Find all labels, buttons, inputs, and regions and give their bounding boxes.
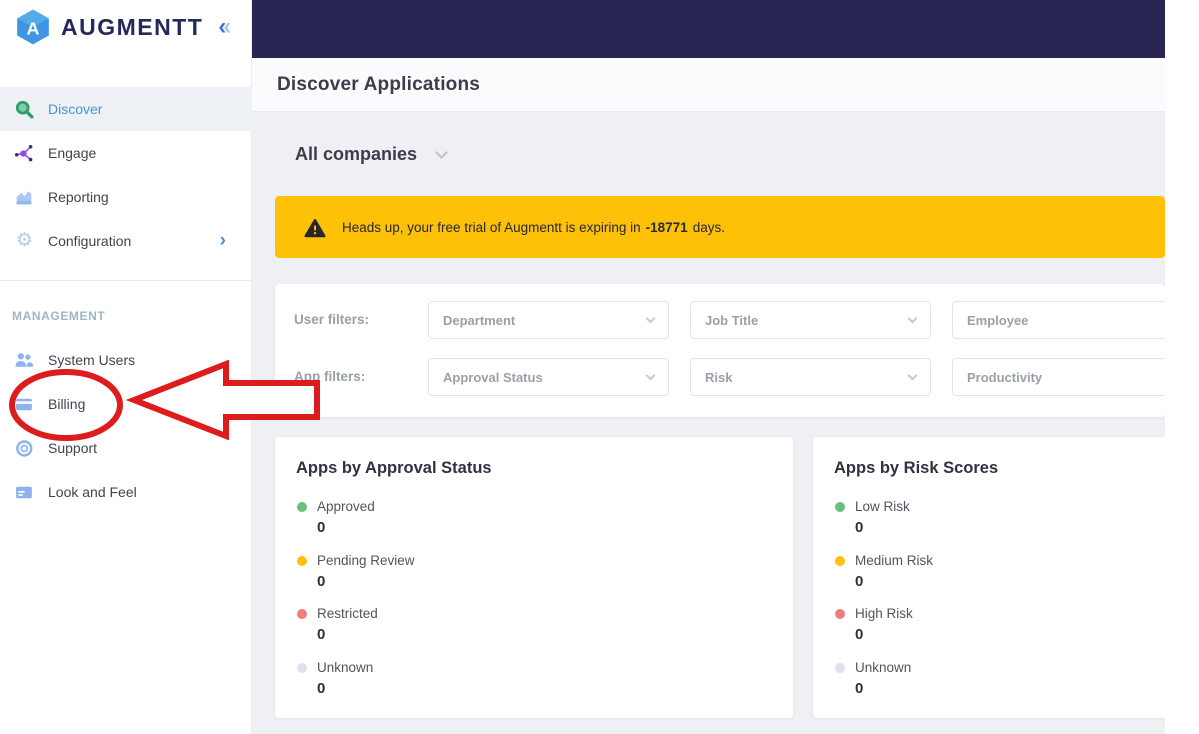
user-filters-label: User filters: (294, 312, 370, 327)
status-dot (835, 662, 845, 673)
sidebar-divider (0, 280, 252, 281)
legend-item: Medium Risk 0 (835, 553, 933, 590)
legend-value: 0 (317, 680, 326, 697)
page: A AUGMENTT ‹ ‹ Discover Engage Reporting… (0, 0, 1199, 734)
app-filters-label: App filters: (294, 369, 366, 384)
sidebar-item-label: Look and Feel (48, 484, 137, 500)
legend-value: 0 (317, 573, 326, 590)
status-dot (297, 608, 307, 619)
chart-icon (13, 187, 36, 208)
legend-item: Unknown 0 (297, 660, 373, 697)
card-title: Apps by Approval Status (296, 459, 492, 477)
life-ring-icon (13, 438, 36, 459)
sidebar-collapse-icon[interactable]: ‹ ‹ (218, 15, 231, 39)
chevron-down-icon (907, 370, 918, 381)
sidebar-item-configuration[interactable]: ⚙ Configuration › (0, 219, 252, 263)
legend-item: Low Risk 0 (835, 499, 910, 536)
sidebar-item-label: Configuration (48, 233, 132, 249)
network-icon (13, 143, 36, 164)
risk-dropdown[interactable]: Risk (690, 358, 931, 396)
legend-value: 0 (855, 626, 864, 643)
approval-status-dropdown[interactable]: Approval Status (428, 358, 669, 396)
users-icon (13, 350, 36, 371)
legend-item: High Risk 0 (835, 606, 913, 643)
chevron-down-icon (435, 146, 448, 159)
employee-dropdown[interactable]: Employee (952, 301, 1165, 339)
productivity-dropdown[interactable]: Productivity (952, 358, 1165, 396)
sidebar-item-system-users[interactable]: System Users (0, 338, 252, 382)
legend-item: Approved 0 (297, 499, 375, 536)
legend-value: 0 (317, 519, 326, 536)
legend-value: 0 (317, 626, 326, 643)
card-title: Apps by Risk Scores (834, 459, 999, 477)
chevron-right-icon: › (219, 230, 226, 251)
legend-item: Unknown 0 (835, 660, 911, 697)
sidebar-item-look-and-feel[interactable]: Look and Feel (0, 470, 252, 514)
status-dot (297, 501, 307, 512)
sidebar-item-billing[interactable]: Billing (0, 382, 252, 426)
legend-value: 0 (855, 519, 864, 536)
filters-panel: User filters: Department Job Title Emplo… (275, 284, 1165, 417)
panel-icon (13, 482, 36, 503)
page-header: Discover Applications (252, 58, 1165, 112)
chevron-down-icon (645, 370, 656, 381)
banner-text: Heads up, your free trial of Augmentt is… (342, 219, 725, 235)
company-selector-label: All companies (295, 144, 418, 164)
chevron-down-icon (645, 313, 656, 324)
status-dot (835, 608, 845, 619)
approval-status-card: Apps by Approval Status Approved 0 Pendi… (275, 437, 793, 718)
page-title: Discover Applications (277, 73, 481, 95)
brand-logo: A AUGMENTT ‹ ‹ (14, 8, 231, 46)
status-dot (297, 555, 307, 566)
gear-icon: ⚙ (15, 230, 34, 251)
billing-card-icon (13, 394, 36, 415)
company-selector[interactable]: All companies (295, 144, 448, 165)
sidebar-item-discover[interactable]: Discover (0, 87, 252, 131)
status-dot (835, 501, 845, 512)
sidebar: A AUGMENTT ‹ ‹ Discover Engage Reporting… (0, 0, 252, 734)
main-content: Discover Applications All companies Head… (252, 0, 1165, 734)
management-section-label: MANAGEMENT (12, 309, 106, 323)
chevron-down-icon (907, 313, 918, 324)
warning-icon (304, 218, 326, 237)
sidebar-item-label: Discover (48, 101, 103, 117)
risk-scores-card: Apps by Risk Scores Low Risk 0 Medium Ri… (813, 437, 1165, 718)
legend-value: 0 (855, 680, 864, 697)
top-navbar (252, 0, 1165, 58)
svg-text:A: A (27, 18, 40, 38)
trial-days-value: -18771 (645, 219, 688, 235)
sidebar-item-label: Support (48, 440, 98, 456)
sidebar-item-reporting[interactable]: Reporting (0, 175, 252, 219)
magnifier-icon (13, 99, 36, 120)
legend-value: 0 (855, 573, 864, 590)
legend-item: Restricted 0 (297, 606, 378, 643)
status-dot (835, 555, 845, 566)
sidebar-item-engage[interactable]: Engage (0, 131, 252, 175)
status-dot (297, 662, 307, 673)
trial-warning-banner: Heads up, your free trial of Augmentt is… (275, 196, 1165, 258)
sidebar-item-label: Engage (48, 145, 97, 161)
app-filters-row: App filters: Approval Status Risk Produc… (275, 358, 1165, 396)
sidebar-item-label: System Users (48, 352, 136, 368)
augmentt-logo-icon: A (17, 9, 49, 45)
sidebar-item-label: Reporting (48, 189, 109, 205)
job-title-dropdown[interactable]: Job Title (690, 301, 931, 339)
sidebar-item-label: Billing (48, 396, 86, 412)
legend-item: Pending Review 0 (297, 553, 415, 590)
user-filters-row: User filters: Department Job Title Emplo… (275, 301, 1165, 339)
brand-name: AUGMENTT (61, 13, 204, 40)
department-dropdown[interactable]: Department (428, 301, 669, 339)
sidebar-item-support[interactable]: Support (0, 426, 252, 470)
